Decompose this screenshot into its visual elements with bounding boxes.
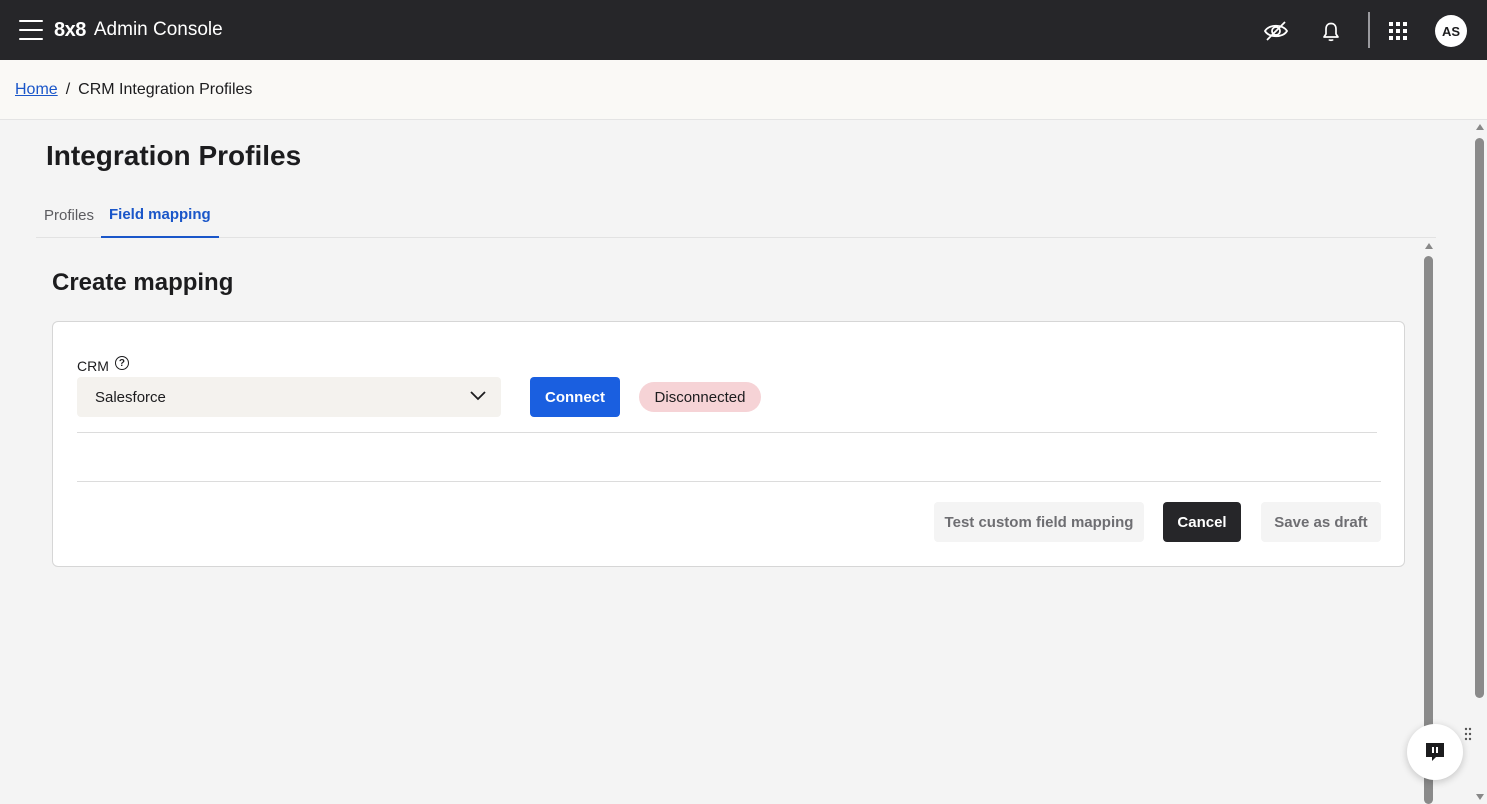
crm-label-row: CRM ? <box>77 356 129 374</box>
scrollbar-thumb[interactable] <box>1424 256 1433 804</box>
avatar[interactable]: AS <box>1435 15 1467 47</box>
chevron-down-icon <box>470 391 486 401</box>
breadcrumb-separator: / <box>65 80 71 98</box>
eye-off-icon[interactable] <box>1263 18 1289 44</box>
status-badge: Disconnected <box>639 382 761 412</box>
chat-icon <box>1426 743 1444 761</box>
apps-grid-icon[interactable] <box>1385 18 1411 44</box>
test-custom-field-mapping-button[interactable]: Test custom field mapping <box>934 502 1144 542</box>
mapping-card: CRM ? Salesforce Connect Disconnected Te… <box>52 321 1405 567</box>
brand-title: Admin Console <box>93 19 223 40</box>
top-bar: 8x8 Admin Console AS <box>0 0 1487 60</box>
crm-select[interactable]: Salesforce <box>77 377 501 417</box>
section-title: Create mapping <box>52 269 234 296</box>
page-title: Integration Profiles <box>46 140 302 171</box>
breadcrumb-current: CRM Integration Profiles <box>78 80 253 98</box>
page-scrollbar[interactable] <box>1473 120 1487 804</box>
divider <box>77 432 1377 433</box>
scroll-down-arrow-icon[interactable] <box>1476 794 1484 800</box>
breadcrumb-home-link[interactable]: Home <box>15 81 58 99</box>
brand[interactable]: 8x8 Admin Console <box>54 17 223 43</box>
scroll-up-arrow-icon[interactable] <box>1476 124 1484 130</box>
bell-icon[interactable] <box>1318 18 1344 44</box>
tab-profiles[interactable]: Profiles <box>36 192 102 238</box>
connect-button[interactable]: Connect <box>530 377 620 417</box>
scrollbar-thumb[interactable] <box>1475 138 1484 698</box>
crm-label: CRM <box>77 358 109 374</box>
chat-button[interactable] <box>1407 724 1463 780</box>
scroll-up-arrow-icon[interactable] <box>1425 243 1433 249</box>
drag-handle-icon[interactable] <box>1464 727 1472 741</box>
save-as-draft-button[interactable]: Save as draft <box>1261 502 1381 542</box>
content-scrollbar[interactable] <box>1422 240 1436 804</box>
crm-select-value: Salesforce <box>95 388 166 406</box>
hamburger-icon[interactable] <box>19 20 43 40</box>
breadcrumb: Home / CRM Integration Profiles <box>0 60 1487 120</box>
divider <box>77 481 1381 482</box>
header-divider <box>1368 12 1370 48</box>
brand-logo: 8x8 <box>54 18 86 41</box>
tab-field-mapping[interactable]: Field mapping <box>101 192 219 238</box>
tab-bar: Profiles Field mapping <box>36 192 1436 238</box>
help-circle-icon[interactable]: ? <box>114 356 129 370</box>
cancel-button[interactable]: Cancel <box>1163 502 1241 542</box>
